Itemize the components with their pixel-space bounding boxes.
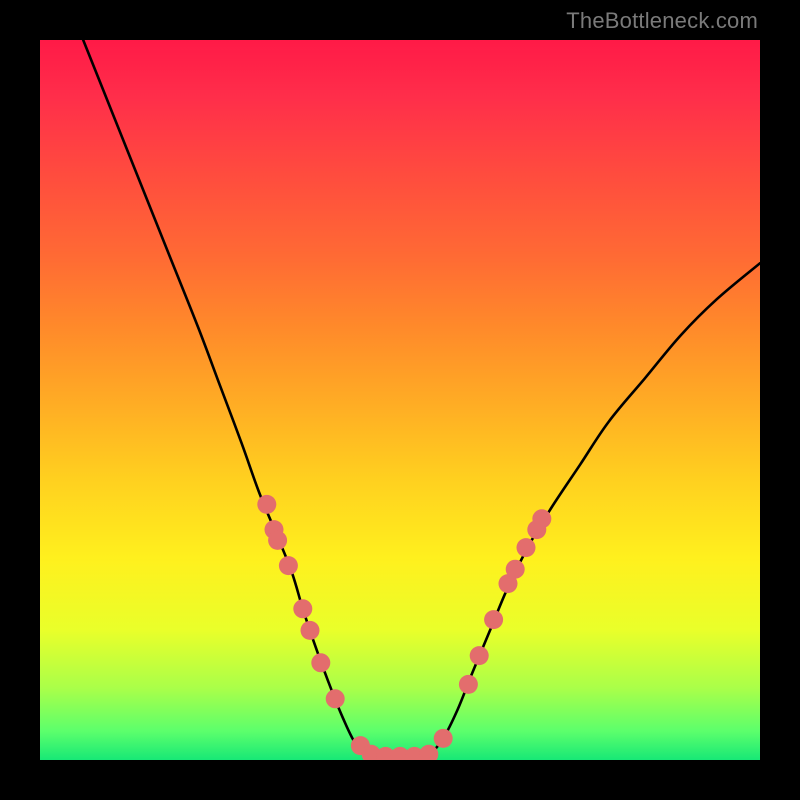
data-marker xyxy=(484,610,503,629)
attribution-label: TheBottleneck.com xyxy=(566,8,758,34)
chart-frame: TheBottleneck.com xyxy=(0,0,800,800)
data-marker xyxy=(279,556,298,575)
data-marker xyxy=(470,646,489,665)
data-marker xyxy=(301,621,320,640)
data-marker xyxy=(311,653,330,672)
data-marker xyxy=(434,729,453,748)
data-marker xyxy=(459,675,478,694)
data-marker xyxy=(268,531,287,550)
chart-svg xyxy=(40,40,760,760)
data-marker xyxy=(257,495,276,514)
data-marker xyxy=(293,599,312,618)
data-marker xyxy=(517,538,536,557)
data-marker xyxy=(532,509,551,528)
bottleneck-curve xyxy=(83,40,760,758)
data-marker xyxy=(326,689,345,708)
plot-area xyxy=(40,40,760,760)
data-marker xyxy=(506,560,525,579)
